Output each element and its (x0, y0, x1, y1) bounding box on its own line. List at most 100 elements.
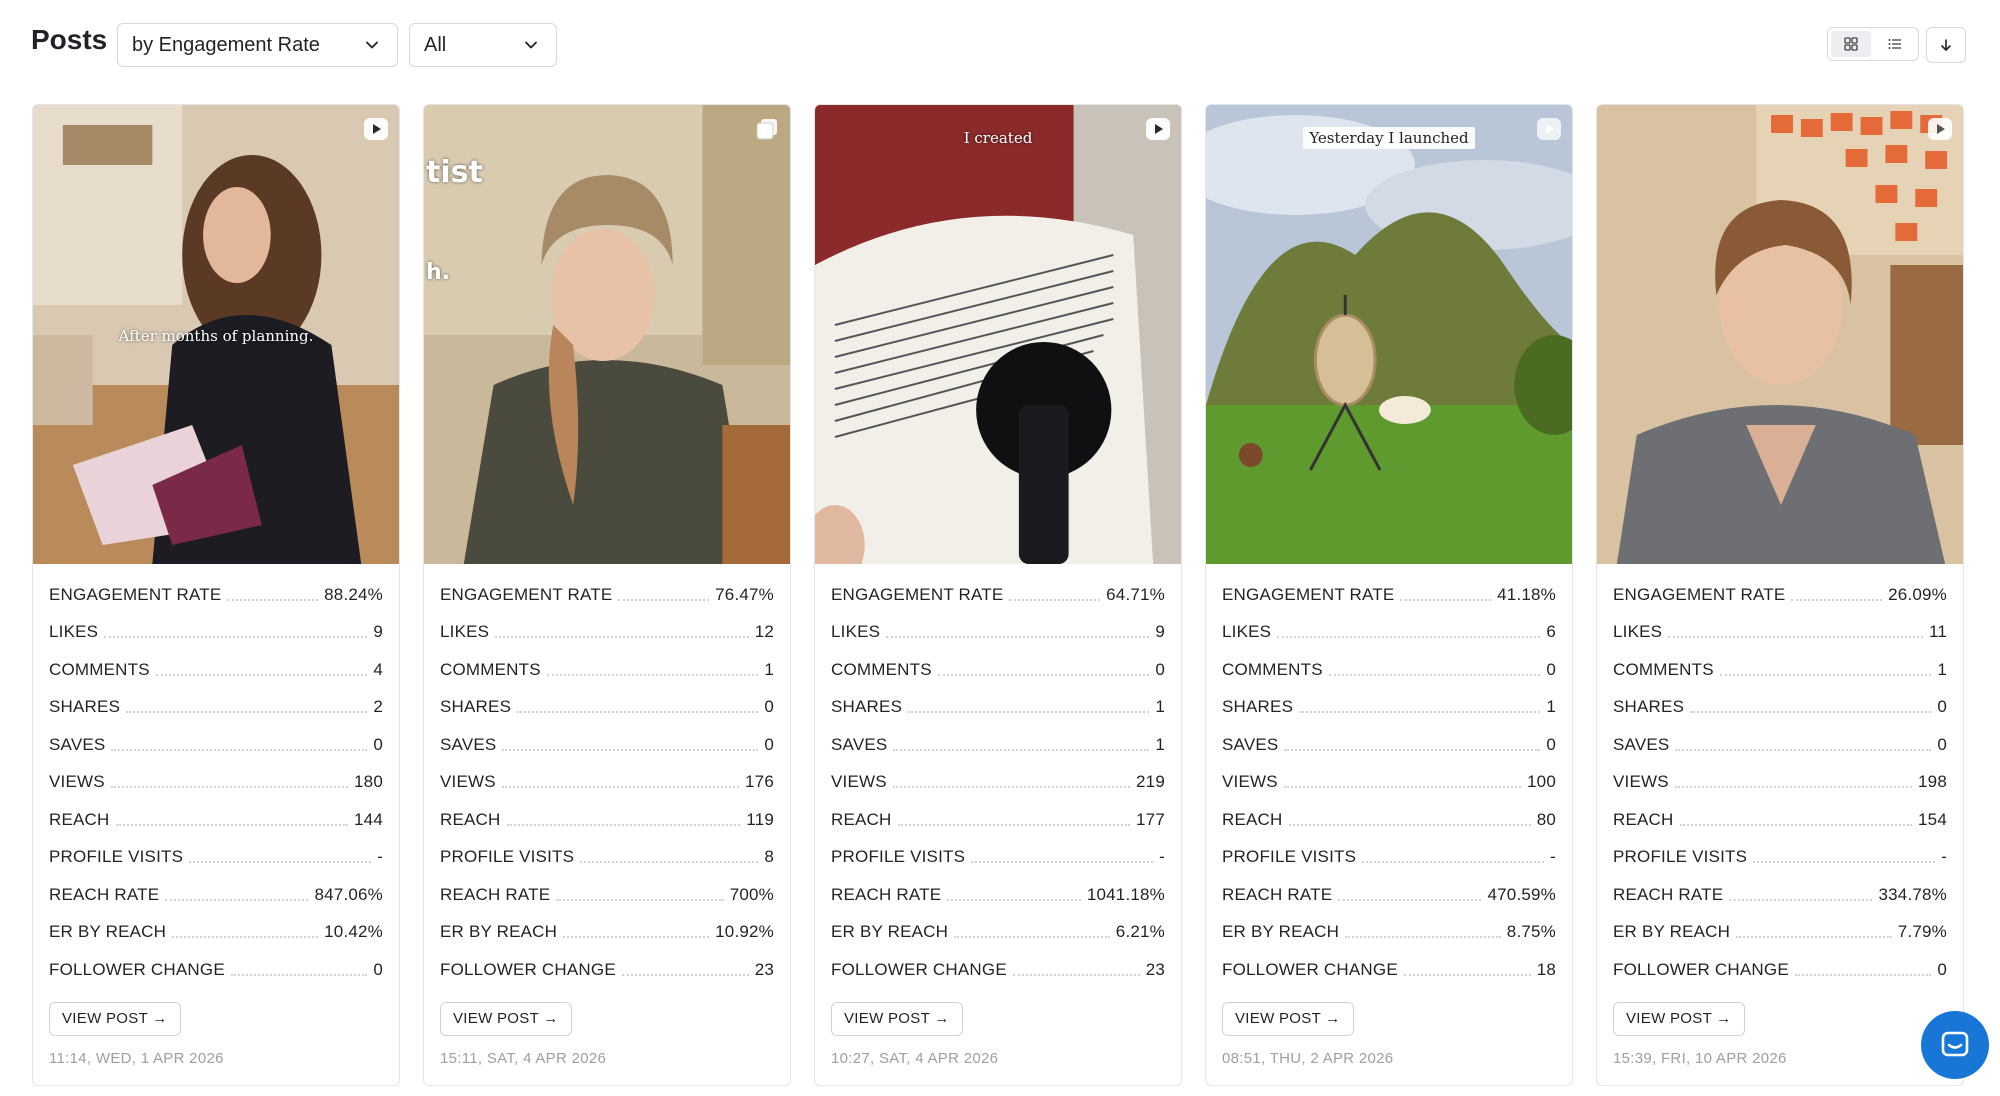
view-post-button[interactable]: VIEW POST → (1613, 1001, 1745, 1036)
metric-reach: REACH 144 (49, 809, 383, 830)
metric-reach: REACH 154 (1613, 809, 1947, 830)
metric-shares: SHARES 0 (1613, 697, 1947, 718)
metric-likes: LIKES 12 (440, 622, 774, 643)
chevron-down-icon (525, 41, 537, 49)
chat-widget-button[interactable] (1921, 1011, 1989, 1079)
metric-follower-change: FOLLOWER CHANGE 23 (831, 959, 1165, 980)
thumbnail-image (1597, 105, 1963, 564)
view-toggle (1827, 27, 1919, 61)
metric-comments: COMMENTS 4 (49, 659, 383, 680)
metric-views: VIEWS 176 (440, 772, 774, 793)
metric-views: VIEWS 100 (1222, 772, 1556, 793)
metric-saves: SAVES 0 (49, 734, 383, 755)
metric-engagement-rate: ENGAGEMENT RATE 76.47% (440, 584, 774, 605)
post-metrics: ENGAGEMENT RATE 26.09% LIKES 11 COMMENTS 1 … (1597, 564, 1963, 989)
post-card: tist h. ENGAGEMENT RATE 76.47% LIKES 12 CO… (423, 104, 791, 1086)
chevron-down-icon (366, 41, 378, 49)
metric-follower-change: FOLLOWER CHANGE 0 (49, 959, 383, 980)
view-post-button[interactable]: VIEW POST → (831, 1001, 963, 1036)
post-timestamp: 15:11, SAT, 4 APR 2026 (440, 1049, 607, 1067)
metric-comments: COMMENTS 0 (831, 659, 1165, 680)
thumbnail-caption-secondary: h. (426, 260, 451, 285)
view-post-button[interactable]: VIEW POST → (1222, 1001, 1354, 1036)
metric-shares: SHARES 1 (831, 697, 1165, 718)
metric-engagement-rate: ENGAGEMENT RATE 64.71% (831, 584, 1165, 605)
list-view-button[interactable] (1875, 31, 1915, 57)
metric-reach-rate: REACH RATE 1041.18% (831, 884, 1165, 905)
post-metrics: ENGAGEMENT RATE 88.24% LIKES 9 COMMENTS 4 S… (33, 564, 399, 989)
metric-reach-rate: REACH RATE 334.78% (1613, 884, 1947, 905)
metric-comments: COMMENTS 1 (440, 659, 774, 680)
post-thumbnail[interactable]: I created (815, 105, 1181, 564)
metric-comments: COMMENTS 0 (1222, 659, 1556, 680)
carousel-icon (756, 119, 777, 140)
thumbnail-caption: Yesterday I launched (1206, 127, 1572, 149)
post-thumbnail[interactable]: tist h. (424, 105, 790, 564)
metric-follower-change: FOLLOWER CHANGE 0 (1613, 959, 1947, 980)
sort-by-select[interactable]: by Engagement Rate (117, 23, 398, 67)
filter-select[interactable]: All (409, 23, 557, 67)
posts-grid: After months of planning. ENGAGEMENT RAT… (32, 104, 1966, 1096)
grid-view-button[interactable] (1831, 31, 1871, 57)
video-play-icon (1537, 118, 1561, 140)
metric-er-by-reach: ER BY REACH 7.79% (1613, 922, 1947, 943)
chat-bubble-icon (1941, 1031, 1969, 1057)
metric-shares: SHARES 1 (1222, 697, 1556, 718)
metric-saves: SAVES 0 (1613, 734, 1947, 755)
metric-reach: REACH 80 (1222, 809, 1556, 830)
posts-header: Posts by Engagement Rate All (0, 0, 2000, 90)
thumbnail-caption: I created (963, 129, 1033, 147)
thumbnail-image (1206, 105, 1572, 564)
metric-profile-visits: PROFILE VISITS 8 (440, 847, 774, 868)
metric-profile-visits: PROFILE VISITS - (49, 847, 383, 868)
view-post-button[interactable]: VIEW POST → (49, 1001, 181, 1036)
metric-engagement-rate: ENGAGEMENT RATE 26.09% (1613, 584, 1947, 605)
metric-shares: SHARES 2 (49, 697, 383, 718)
metric-engagement-rate: ENGAGEMENT RATE 41.18% (1222, 584, 1556, 605)
sort-direction-button[interactable] (1926, 27, 1966, 63)
post-timestamp: 11:14, WED, 1 APR 2026 (49, 1049, 224, 1067)
post-metrics: ENGAGEMENT RATE 41.18% LIKES 6 COMMENTS 0 S… (1206, 564, 1572, 989)
metric-likes: LIKES 9 (831, 622, 1165, 643)
metric-er-by-reach: ER BY REACH 10.42% (49, 922, 383, 943)
metric-saves: SAVES 0 (440, 734, 774, 755)
video-play-icon (1928, 118, 1952, 140)
filter-value: All (424, 33, 447, 56)
metric-profile-visits: PROFILE VISITS - (831, 847, 1165, 868)
metric-views: VIEWS 219 (831, 772, 1165, 793)
view-post-button[interactable]: VIEW POST → (440, 1001, 572, 1036)
post-timestamp: 15:39, FRI, 10 APR 2026 (1613, 1049, 1787, 1067)
arrow-down-icon (1941, 39, 1951, 51)
post-metrics: ENGAGEMENT RATE 64.71% LIKES 9 COMMENTS 0 S… (815, 564, 1181, 989)
metric-follower-change: FOLLOWER CHANGE 18 (1222, 959, 1556, 980)
post-thumbnail[interactable]: After months of planning. (33, 105, 399, 564)
metric-profile-visits: PROFILE VISITS - (1613, 847, 1947, 868)
post-thumbnail[interactable] (1597, 105, 1963, 564)
metric-engagement-rate: ENGAGEMENT RATE 88.24% (49, 584, 383, 605)
thumbnail-caption: tist (426, 155, 483, 190)
metric-profile-visits: PROFILE VISITS - (1222, 847, 1556, 868)
metric-saves: SAVES 0 (1222, 734, 1556, 755)
post-metrics: ENGAGEMENT RATE 76.47% LIKES 12 COMMENTS 1 … (424, 564, 790, 989)
post-timestamp: 10:27, SAT, 4 APR 2026 (831, 1049, 999, 1067)
metric-shares: SHARES 0 (440, 697, 774, 718)
metric-likes: LIKES 11 (1613, 622, 1947, 643)
metric-likes: LIKES 6 (1222, 622, 1556, 643)
metric-views: VIEWS 180 (49, 772, 383, 793)
metric-likes: LIKES 9 (49, 622, 383, 643)
post-card: After months of planning. ENGAGEMENT RAT… (32, 104, 400, 1086)
list-icon (1888, 39, 1901, 49)
post-timestamp: 08:51, THU, 2 APR 2026 (1222, 1049, 1394, 1067)
metric-er-by-reach: ER BY REACH 8.75% (1222, 922, 1556, 943)
metric-er-by-reach: ER BY REACH 6.21% (831, 922, 1165, 943)
grid-icon (1844, 37, 1858, 51)
video-play-icon (364, 118, 388, 140)
metric-reach: REACH 119 (440, 809, 774, 830)
metric-saves: SAVES 1 (831, 734, 1165, 755)
metric-reach: REACH 177 (831, 809, 1165, 830)
page-title: Posts (31, 24, 108, 55)
metric-er-by-reach: ER BY REACH 10.92% (440, 922, 774, 943)
sort-by-value: by Engagement Rate (132, 33, 320, 56)
post-thumbnail[interactable]: Yesterday I launched (1206, 105, 1572, 564)
metric-reach-rate: REACH RATE 700% (440, 884, 774, 905)
